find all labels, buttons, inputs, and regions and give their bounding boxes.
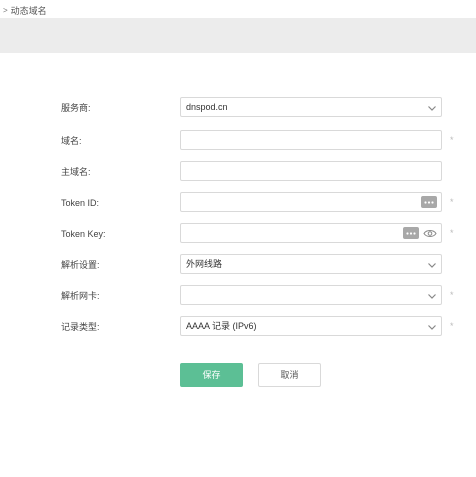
domain-input[interactable] — [180, 130, 442, 150]
record-type-row: 记录类型: AAAA 记录 (IPv6) * — [0, 316, 476, 338]
main-domain-row: 主域名: — [0, 161, 476, 183]
provider-select[interactable]: dnspod.cn — [180, 97, 442, 117]
provider-value: dnspod.cn — [186, 102, 228, 112]
breadcrumb-label: 动态域名 — [10, 5, 47, 16]
domain-row: 域名: * — [0, 130, 476, 152]
resolve-nic-row: 解析网卡: * — [0, 285, 476, 307]
token-key-label: Token Key: — [61, 229, 106, 239]
record-type-label: 记录类型: — [61, 322, 100, 332]
provider-label: 服务商: — [61, 103, 91, 113]
cancel-button[interactable]: 取消 — [258, 363, 321, 387]
token-id-input[interactable] — [180, 192, 442, 212]
token-key-input[interactable] — [180, 223, 442, 243]
more-icon[interactable] — [403, 227, 419, 239]
main-domain-input[interactable] — [180, 161, 442, 181]
resolve-nic-label: 解析网卡: — [61, 291, 100, 301]
required-mark: * — [450, 197, 454, 207]
token-id-label: Token ID: — [61, 198, 100, 208]
domain-label: 域名: — [61, 136, 82, 146]
resolve-setting-value: 外网线路 — [186, 259, 223, 269]
required-mark: * — [450, 321, 454, 331]
eye-icon[interactable] — [423, 228, 437, 239]
header-band — [0, 18, 476, 53]
save-button[interactable]: 保存 — [180, 363, 243, 387]
resolve-setting-select[interactable]: 外网线路 — [180, 254, 442, 274]
chevron-down-icon — [428, 325, 436, 330]
required-mark: * — [450, 135, 454, 145]
required-mark: * — [450, 290, 454, 300]
provider-row: 服务商: dnspod.cn — [0, 97, 476, 119]
record-type-select[interactable]: AAAA 记录 (IPv6) — [180, 316, 442, 336]
resolve-setting-label: 解析设置: — [61, 260, 100, 270]
token-key-row: Token Key: * — [0, 223, 476, 245]
main-domain-label: 主域名: — [61, 167, 91, 177]
breadcrumb: > 动态域名 — [3, 2, 47, 18]
resolve-setting-row: 解析设置: 外网线路 — [0, 254, 476, 276]
chevron-down-icon — [428, 294, 436, 299]
record-type-value: AAAA 记录 (IPv6) — [186, 321, 257, 331]
more-icon[interactable] — [421, 196, 437, 208]
chevron-down-icon — [428, 106, 436, 111]
required-mark: * — [450, 228, 454, 238]
token-id-row: Token ID: * — [0, 192, 476, 214]
resolve-nic-select[interactable] — [180, 285, 442, 305]
chevron-down-icon — [428, 263, 436, 268]
chevron-right-icon: > — [3, 5, 8, 15]
